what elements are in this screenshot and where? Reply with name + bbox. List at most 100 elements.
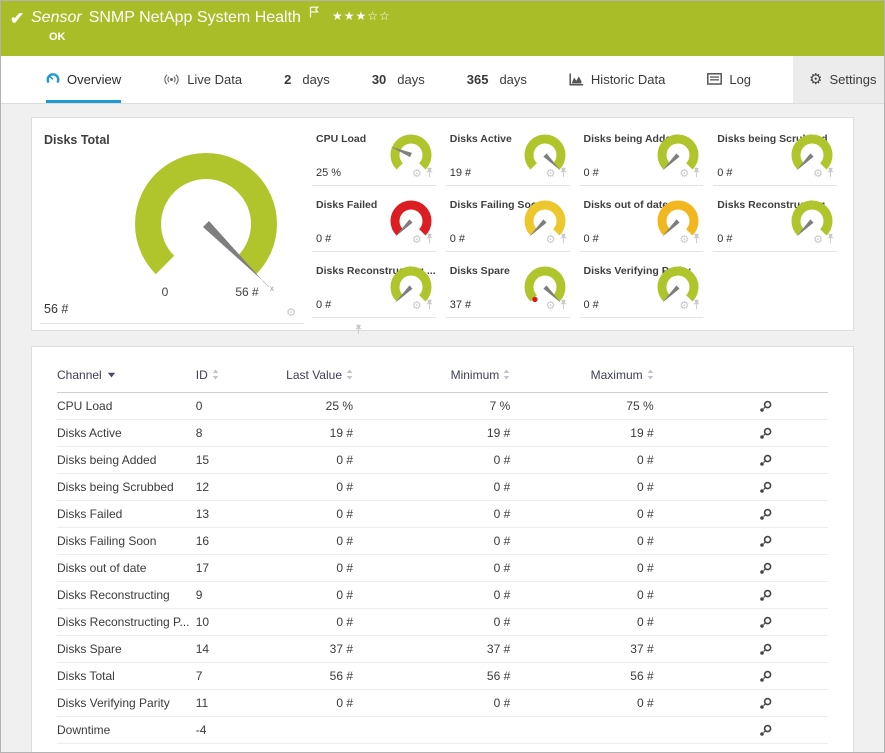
column-header-label[interactable]: Minimum	[451, 368, 500, 382]
gauge-pin-icon[interactable]	[425, 165, 434, 183]
edit-channel-button[interactable]	[759, 400, 773, 413]
tab-live-data[interactable]: Live Data	[163, 56, 242, 103]
column-header-label[interactable]: ID	[196, 368, 208, 382]
channel-table-header: Channel ID Last Value Minimum Maximum	[57, 357, 828, 393]
gauge-gear-icon[interactable]: ⚙	[546, 169, 556, 180]
tab-label-number: 365	[467, 72, 489, 87]
gauge-cell-icons: ⚙	[546, 297, 568, 315]
tab-settings[interactable]: ⚙Settings	[793, 56, 885, 103]
column-header-minimum[interactable]: Minimum	[353, 368, 510, 382]
column-header-label[interactable]: Channel	[57, 368, 102, 382]
edit-channel-button[interactable]	[759, 508, 773, 521]
cell-minimum: 0 #	[353, 561, 510, 575]
needle-tip-marker: x	[270, 284, 274, 293]
column-header-channel[interactable]: Channel	[57, 368, 196, 382]
column-header-maximum[interactable]: Maximum	[510, 368, 653, 382]
gauge-pin-icon[interactable]	[826, 231, 835, 249]
cell-id: 15	[196, 453, 270, 467]
sort-icon	[346, 369, 353, 380]
cell-maximum: 0 #	[510, 696, 653, 710]
channel-settings-icon	[759, 616, 773, 629]
gauge-gear-icon[interactable]: ⚙	[679, 301, 689, 312]
tab-overview[interactable]: Overview	[46, 56, 121, 103]
gauge-cell-icons: ⚙	[813, 165, 835, 183]
tab-label: days	[499, 72, 526, 87]
cell-channel: Disks Failed	[57, 507, 196, 521]
gauge-pin-icon[interactable]	[559, 165, 568, 183]
gauge-gear-icon[interactable]: ⚙	[412, 169, 422, 180]
gauge-cell-cpu-load: CPU Load25 %⚙	[310, 123, 444, 189]
small-gauges-grid: CPU Load25 %⚙Disks Active19 #⚙Disks bein…	[310, 123, 845, 330]
gauge-pin-icon[interactable]	[692, 165, 701, 183]
cell-maximum: 0 #	[510, 561, 653, 575]
edit-channel-button[interactable]	[759, 454, 773, 467]
gauge-gear-icon[interactable]: ⚙	[412, 235, 422, 246]
cell-maximum: 0 #	[510, 615, 653, 629]
gauge-gear-icon[interactable]: ⚙	[813, 169, 823, 180]
cell-last-value: 37 #	[270, 642, 353, 656]
gauge-pin-icon[interactable]	[692, 297, 701, 315]
column-header-label[interactable]: Maximum	[591, 368, 643, 382]
edit-channel-button[interactable]	[759, 562, 773, 575]
edit-channel-button[interactable]	[759, 670, 773, 683]
edit-channel-button[interactable]	[759, 724, 773, 737]
gauge-gear-icon[interactable]: ⚙	[546, 301, 556, 312]
edit-channel-button[interactable]	[759, 589, 773, 602]
table-row-disks-reconstructing: Disks Reconstructing90 #0 #0 #	[57, 582, 828, 609]
broadcast-icon	[163, 73, 180, 86]
tab-log[interactable]: Log	[707, 56, 751, 103]
cell-id: 12	[196, 480, 270, 494]
column-header-id[interactable]: ID	[196, 368, 270, 382]
edit-channel-button[interactable]	[759, 535, 773, 548]
gauge-gear-icon[interactable]: ⚙	[286, 308, 296, 319]
channel-settings-icon	[759, 589, 773, 602]
priority-stars[interactable]: ★★★☆☆	[332, 9, 391, 23]
flag-icon[interactable]	[309, 6, 320, 24]
log-icon	[707, 73, 722, 85]
tab-days[interactable]: 365 days	[467, 56, 527, 103]
gauge-gear-icon[interactable]: ⚙	[813, 235, 823, 246]
column-header-label[interactable]: Last Value	[286, 368, 342, 382]
gauge-pin-icon[interactable]	[559, 231, 568, 249]
cell-channel: Disks Reconstructing P...	[57, 615, 196, 629]
content-area: Disks Totalx056 #56 #⚙ CPU Load25 %⚙Disk…	[1, 104, 884, 753]
cell-minimum: 0 #	[353, 453, 510, 467]
pin-icon	[826, 233, 835, 244]
edit-channel-button[interactable]	[759, 643, 773, 656]
sort-icon	[647, 369, 654, 380]
tab-historic-data[interactable]: Historic Data	[569, 56, 665, 103]
gauge-gear-icon[interactable]: ⚙	[546, 235, 556, 246]
gauge-gear-icon[interactable]: ⚙	[679, 235, 689, 246]
channel-settings-icon	[759, 508, 773, 521]
gauge-pin-icon[interactable]	[425, 297, 434, 315]
gauge-gear-icon[interactable]: ⚙	[679, 169, 689, 180]
pin-icon	[692, 233, 701, 244]
cell-maximum: 0 #	[510, 507, 653, 521]
edit-channel-button[interactable]	[759, 427, 773, 440]
column-header-last-value[interactable]: Last Value	[270, 368, 353, 382]
tab-days[interactable]: 30days	[372, 56, 425, 103]
cell-last-value: 0 #	[270, 480, 353, 494]
pin-icon	[559, 167, 568, 178]
gauge-pin-icon[interactable]	[826, 165, 835, 183]
gear-icon: ⚙	[809, 72, 822, 87]
edit-channel-button[interactable]	[759, 481, 773, 494]
cell-last-value: 0 #	[270, 696, 353, 710]
tab-label: days	[302, 72, 329, 87]
pin-icon	[425, 233, 434, 244]
edit-channel-button[interactable]	[759, 697, 773, 710]
gauge-icon	[46, 72, 60, 86]
edit-channel-button[interactable]	[759, 616, 773, 629]
tab-days[interactable]: 2days	[284, 56, 330, 103]
cell-id: 13	[196, 507, 270, 521]
gauge-pin-icon[interactable]	[559, 297, 568, 315]
gauge-pin-icon[interactable]	[425, 231, 434, 249]
tab-label: Live Data	[187, 72, 242, 87]
cell-last-value: 0 #	[270, 453, 353, 467]
cell-maximum: 75 %	[510, 399, 653, 413]
gauge-pin-icon[interactable]	[692, 231, 701, 249]
gauge-gear-icon[interactable]: ⚙	[412, 301, 422, 312]
table-row-disks-total: Disks Total756 #56 #56 #	[57, 663, 828, 690]
cell-id: 9	[196, 588, 270, 602]
table-row-disks-out-of-date: Disks out of date170 #0 #0 #	[57, 555, 828, 582]
